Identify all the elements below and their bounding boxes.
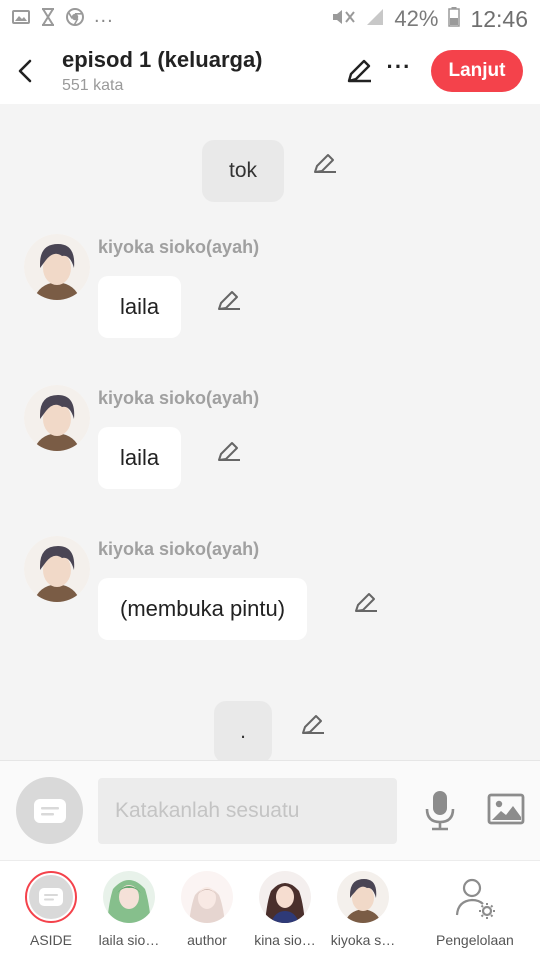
signal-icon [366, 8, 384, 31]
voice-button[interactable] [423, 789, 457, 836]
speaker-name: kiyoka sioko(ayah) [98, 237, 260, 257]
narration-bubble[interactable]: tok [202, 140, 284, 202]
aside-toggle-button[interactable] [16, 777, 83, 844]
edit-message-icon[interactable] [300, 711, 326, 737]
back-button[interactable] [0, 38, 50, 104]
microphone-icon [425, 791, 455, 831]
avatar-kina [259, 871, 311, 923]
avatar-laila [103, 871, 155, 923]
character-label: kiyoka s… [330, 932, 396, 948]
avatar-kiyoka[interactable] [24, 234, 90, 300]
message-bubble[interactable]: laila [98, 276, 182, 338]
more-icon: ··· [386, 54, 412, 79]
character-aside[interactable]: ASIDE [13, 871, 89, 948]
gallery-icon [12, 9, 30, 30]
character-label: ASIDE [29, 932, 72, 948]
edit-message-icon[interactable] [312, 150, 338, 176]
edit-message-icon[interactable] [216, 287, 242, 313]
character-laila[interactable]: laila sio… [91, 871, 167, 948]
character-bar: ASIDE laila sio… author kina sio… kiyoka [0, 860, 540, 960]
chrome-icon [66, 7, 84, 31]
aside-icon [39, 888, 63, 906]
clock: 12:46 [470, 5, 528, 32]
character-author[interactable]: author [169, 871, 245, 948]
character-kiyoka[interactable]: kiyoka s… [325, 871, 401, 948]
avatar-author [181, 871, 233, 923]
battery-percent: 42% [394, 6, 439, 31]
narration-bubble[interactable]: . [214, 701, 272, 760]
pencil-icon [347, 59, 371, 83]
edit-message-icon[interactable] [216, 438, 242, 464]
more-button[interactable]: ··· [379, 51, 419, 91]
battery-icon [448, 6, 461, 32]
overflow-notifications: ... [94, 4, 114, 27]
aside-icon [33, 798, 66, 823]
character-label: author [187, 932, 227, 948]
word-count: 551 kata [62, 77, 124, 94]
character-label: kina sio… [254, 932, 316, 948]
edit-title-button[interactable] [339, 51, 379, 91]
avatar-kiyoka[interactable] [24, 536, 90, 602]
avatar-kiyoka[interactable] [24, 385, 90, 451]
chevron-left-icon [18, 59, 32, 83]
mute-icon [330, 7, 356, 32]
message-bubble[interactable]: laila [98, 427, 182, 489]
message-input[interactable] [98, 778, 397, 844]
image-icon [487, 793, 525, 825]
character-label: Pengelolaan [436, 932, 514, 948]
edit-message-icon[interactable] [353, 589, 379, 615]
character-kina[interactable]: kina sio… [247, 871, 323, 948]
character-label: laila sio… [98, 932, 160, 948]
status-bar: ... 42% 12:46 [0, 0, 540, 38]
chat-area[interactable]: tok kiyoka sioko(ayah) laila kiyoka siok… [0, 104, 540, 760]
aside-selected-ring [25, 871, 77, 923]
header-bar: episod 1 (keluarga) 551 kata ··· Lanjut [0, 38, 540, 104]
speaker-name: kiyoka sioko(ayah) [98, 388, 260, 408]
image-button[interactable] [487, 793, 525, 830]
manage-characters-button[interactable]: Pengelolaan [436, 871, 514, 948]
chat-story-editor: ... 42% 12:46 episod 1 (keluarga) 551 ka… [0, 0, 540, 960]
hourglass-icon [40, 7, 56, 31]
input-bar [0, 760, 540, 860]
next-button[interactable]: Lanjut [431, 50, 523, 92]
avatar-kiyoka [337, 871, 389, 923]
message-bubble[interactable]: (membuka pintu) [98, 578, 308, 640]
speaker-name: kiyoka sioko(ayah) [98, 539, 260, 559]
page-title: episod 1 (keluarga) [62, 47, 263, 72]
title-block: episod 1 (keluarga) 551 kata [50, 47, 339, 95]
manage-user-icon [448, 871, 500, 923]
